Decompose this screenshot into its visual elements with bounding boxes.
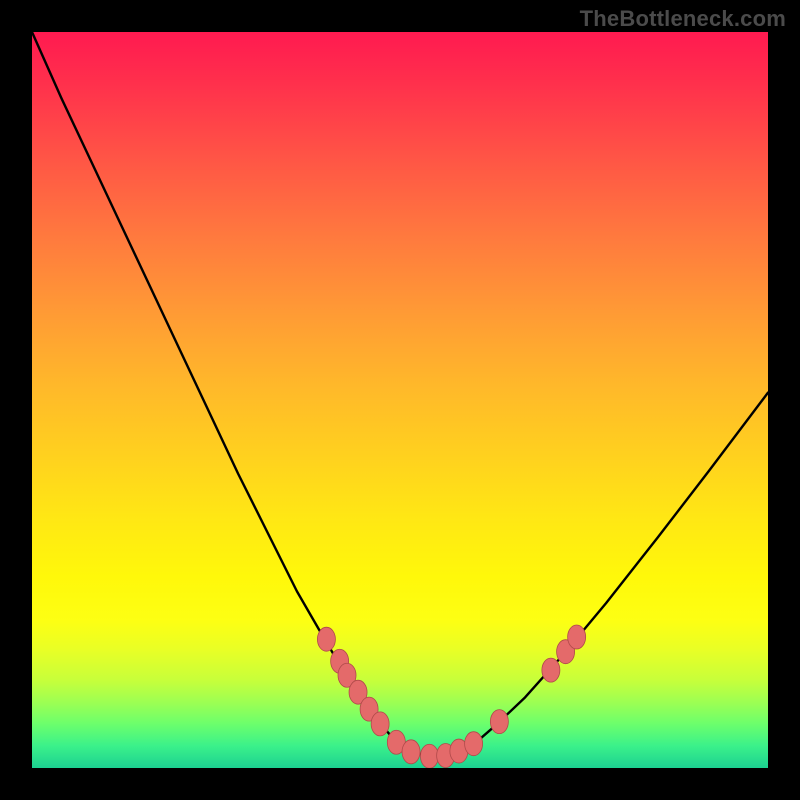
bottleneck-curve (32, 32, 768, 756)
curve-marker (402, 740, 420, 764)
curve-markers (317, 625, 585, 768)
chart-frame: TheBottleneck.com (0, 0, 800, 800)
curve-svg (32, 32, 768, 768)
plot-area (32, 32, 768, 768)
curve-marker (465, 732, 483, 756)
curve-marker (420, 744, 438, 768)
curve-marker (542, 658, 560, 682)
curve-marker (490, 710, 508, 734)
watermark-text: TheBottleneck.com (580, 6, 786, 32)
curve-marker (317, 627, 335, 651)
curve-marker (371, 712, 389, 736)
curve-marker (568, 625, 586, 649)
